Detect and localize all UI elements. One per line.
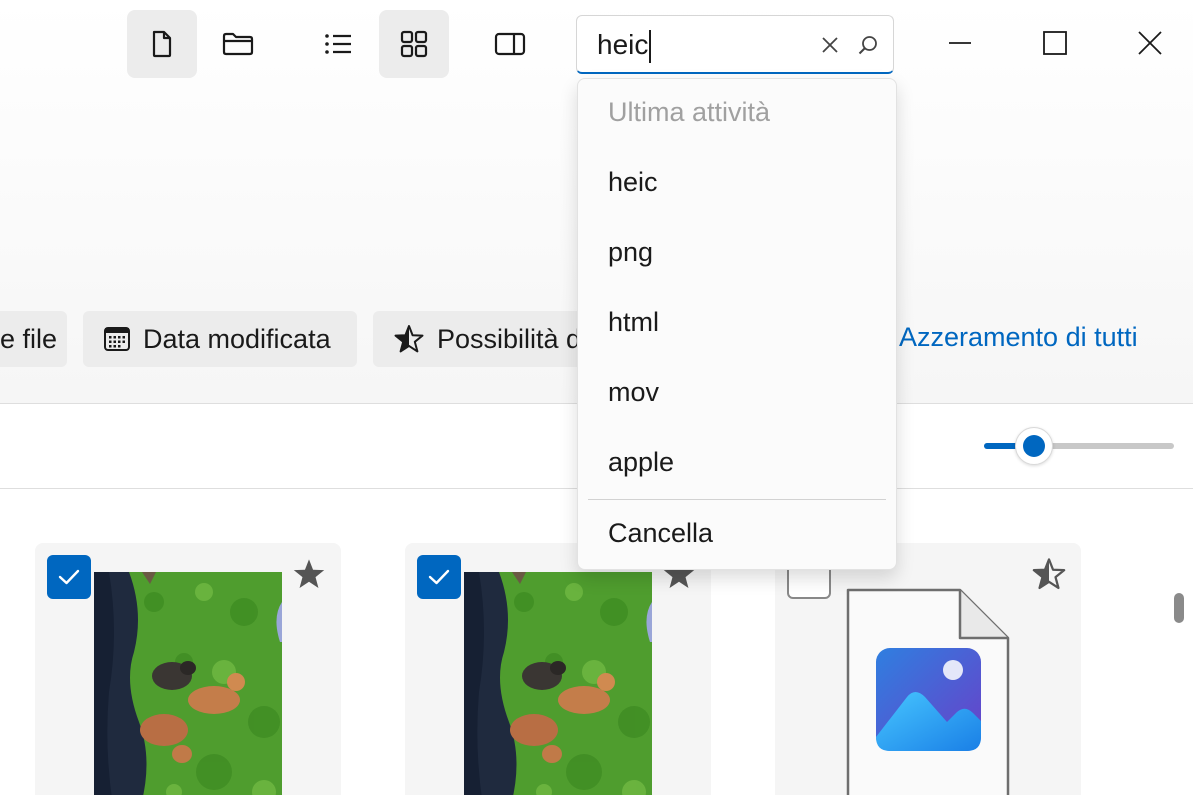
star-filled-icon bbox=[293, 559, 325, 588]
scrollbar-thumb[interactable] bbox=[1174, 593, 1184, 623]
clear-search-button[interactable] bbox=[815, 30, 845, 60]
open-folder-button[interactable] bbox=[203, 10, 273, 78]
star-half-icon bbox=[1032, 558, 1066, 590]
favorite-star-button[interactable] bbox=[1031, 557, 1067, 596]
search-input[interactable] bbox=[597, 26, 817, 64]
zoom-slider-thumb[interactable] bbox=[1015, 427, 1053, 465]
minimize-icon bbox=[949, 42, 971, 44]
image-file-icon bbox=[846, 588, 1010, 795]
checkmark-icon bbox=[428, 569, 450, 585]
search-suggestions-dropdown: Ultima attività heic png html mov apple … bbox=[577, 78, 897, 570]
close-icon bbox=[822, 37, 838, 53]
close-icon bbox=[1138, 31, 1162, 55]
photo-thumbnail bbox=[464, 572, 652, 795]
maximize-icon bbox=[1043, 31, 1067, 55]
select-checkbox[interactable] bbox=[47, 555, 91, 599]
suggestion-item[interactable]: png bbox=[608, 237, 653, 268]
suggestion-item[interactable]: mov bbox=[608, 377, 659, 408]
filter-chip-label: e file bbox=[0, 323, 58, 354]
clear-history-button[interactable]: Cancella bbox=[608, 518, 713, 549]
filter-chip-date-modified[interactable]: Data modificata bbox=[83, 311, 357, 367]
grid-view-button[interactable] bbox=[379, 10, 449, 78]
file-card[interactable] bbox=[775, 543, 1081, 795]
text-caret bbox=[649, 30, 651, 63]
search-icon bbox=[858, 36, 877, 55]
file-card[interactable] bbox=[35, 543, 341, 795]
filter-chip-file-type[interactable]: e file bbox=[0, 311, 67, 367]
suggestion-item[interactable]: apple bbox=[608, 447, 674, 478]
filter-chip-label: Data modificata bbox=[143, 323, 331, 354]
grid-icon bbox=[400, 30, 428, 58]
filter-chip-rating[interactable]: Possibilità d bbox=[373, 311, 603, 367]
close-window-button[interactable] bbox=[1120, 10, 1180, 76]
select-checkbox[interactable] bbox=[417, 555, 461, 599]
divider bbox=[588, 499, 886, 500]
search-box[interactable] bbox=[576, 15, 894, 74]
recent-activity-header: Ultima attività bbox=[608, 97, 771, 127]
calendar-icon bbox=[103, 325, 131, 353]
new-file-button[interactable] bbox=[127, 10, 197, 78]
reset-all-filters-link[interactable]: Azzeramento di tutti bbox=[899, 322, 1138, 353]
list-icon bbox=[325, 34, 351, 54]
search-button[interactable] bbox=[853, 30, 883, 60]
preview-pane-icon bbox=[494, 32, 526, 56]
filter-chip-label: Possibilità d bbox=[437, 323, 582, 354]
file-card[interactable] bbox=[405, 543, 711, 795]
preview-pane-button[interactable] bbox=[475, 10, 545, 78]
photo-thumbnail bbox=[94, 572, 282, 795]
favorite-star-button[interactable] bbox=[291, 557, 327, 596]
suggestion-item[interactable]: heic bbox=[608, 167, 658, 198]
star-half-icon bbox=[393, 324, 425, 354]
folder-icon bbox=[222, 32, 254, 56]
list-view-button[interactable] bbox=[303, 10, 373, 78]
suggestion-item[interactable]: html bbox=[608, 307, 659, 338]
file-icon bbox=[152, 30, 172, 58]
checkmark-icon bbox=[58, 569, 80, 585]
maximize-button[interactable] bbox=[1025, 10, 1085, 76]
minimize-button[interactable] bbox=[930, 10, 990, 76]
